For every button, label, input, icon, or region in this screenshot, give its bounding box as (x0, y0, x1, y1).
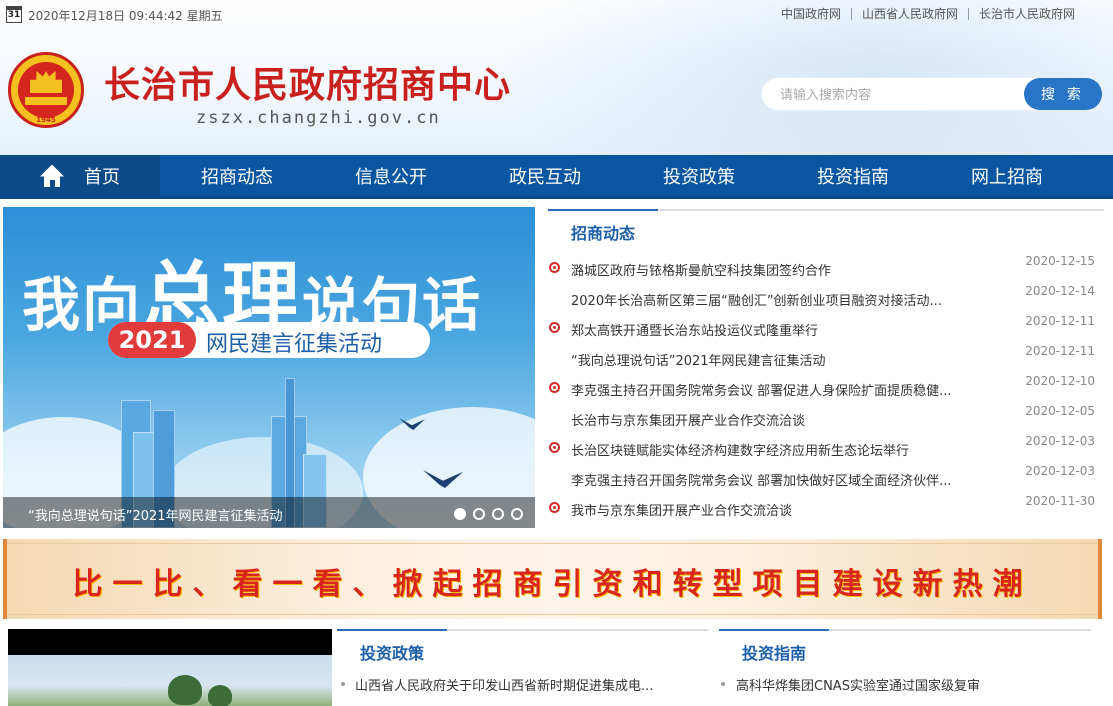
nav-public-interaction[interactable]: 政民互动 (468, 155, 622, 196)
news-item-title[interactable]: 我市与京东集团开展产业合作交流洽谈 (571, 500, 792, 519)
bullet-icon (549, 262, 560, 273)
bullet-icon (721, 682, 725, 686)
policy-panel-title[interactable]: 投资政策 (360, 640, 424, 664)
nav-investment-guide[interactable]: 投资指南 (776, 155, 930, 196)
search-input[interactable] (780, 78, 1020, 110)
main-nav: 首页 招商动态 信息公开 政民互动 投资政策 投资指南 网上招商 (0, 155, 1113, 199)
slider-dot-4[interactable] (511, 508, 523, 520)
news-item[interactable]: 2020年长治高新区第三届“融创汇”创新创业项目融资对接活动... 2020-1… (548, 282, 1104, 312)
news-item-title[interactable]: 长治区块链赋能实体经济构建数字经济应用新生态论坛举行 (571, 440, 909, 459)
news-item[interactable]: 长治市与京东集团开展产业合作交流洽谈 2020-12-05 (548, 402, 1104, 432)
news-item-date: 2020-12-15 (1025, 254, 1095, 268)
nav-home[interactable]: 首页 (0, 155, 160, 196)
slider-dots (454, 508, 523, 520)
calendar-icon: 31 (6, 6, 22, 23)
news-title-accent (548, 209, 658, 211)
news-item-title[interactable]: 郑太高铁开通暨长治东站投运仪式隆重举行 (571, 320, 818, 339)
bullet-icon (549, 442, 560, 453)
slide-caption[interactable]: “我向总理说句话”2021年网民建言征集活动 (28, 505, 283, 524)
search-button[interactable]: 搜 索 (1024, 78, 1102, 110)
news-item[interactable]: 我市与京东集团开展产业合作交流洽谈 2020-11-30 (548, 492, 1104, 522)
guide-title-accent (719, 629, 829, 631)
slider-dot-2[interactable] (473, 508, 485, 520)
nav-label: 首页 (84, 166, 120, 188)
news-item[interactable]: 郑太高铁开通暨长治东站投运仪式隆重举行 2020-12-11 (548, 312, 1104, 342)
swallow-icon (399, 418, 425, 430)
home-icon (40, 164, 64, 187)
news-item-title[interactable]: “我向总理说句话”2021年网民建言征集活动 (571, 350, 826, 369)
swallow-icon (423, 470, 463, 488)
guide-item[interactable]: 高科华烨集团CNAS实验室通过国家级复审 (736, 675, 980, 694)
policy-title-accent (337, 629, 447, 631)
site-title[interactable]: 长治市人民政府招商中心 (104, 56, 511, 108)
bullet-icon (549, 502, 560, 513)
news-item[interactable]: 李克强主持召开国务院常务会议 部署加快做好区域全面经济伙伴... 2020-12… (548, 462, 1104, 492)
slogan-banner[interactable]: 比一比、看一看、掀起招商引资和转型项目建设新热潮 (3, 539, 1102, 619)
news-item-date: 2020-12-05 (1025, 404, 1095, 418)
slogan-text: 比一比、看一看、掀起招商引资和转型项目建设新热潮 (72, 567, 1033, 602)
slide-year-badge: 2021 (108, 322, 196, 358)
search-box: 搜 索 (762, 78, 1102, 110)
nav-investment-policy[interactable]: 投资政策 (622, 155, 776, 196)
news-item-title[interactable]: 长治市与京东集团开展产业合作交流洽谈 (571, 410, 805, 429)
bullet-icon (549, 382, 560, 393)
link-china-gov[interactable]: 中国政府网 (771, 8, 851, 20)
news-item-title[interactable]: 李克强主持召开国务院常务会议 部署加快做好区域全面经济伙伴... (571, 470, 952, 489)
news-item[interactable]: “我向总理说句话”2021年网民建言征集活动 2020-12-11 (548, 342, 1104, 372)
news-item[interactable]: 长治区块链赋能实体经济构建数字经济应用新生态论坛举行 2020-12-03 (548, 432, 1104, 462)
news-item-date: 2020-12-11 (1025, 314, 1095, 328)
guide-panel-title[interactable]: 投资指南 (742, 640, 806, 664)
news-panel-title[interactable]: 招商动态 (571, 220, 635, 244)
news-item-title[interactable]: 潞城区政府与铱格斯曼航空科技集团签约合作 (571, 260, 831, 279)
news-item-title[interactable]: 2020年长治高新区第三届“融创汇”创新创业项目融资对接活动... (571, 290, 942, 309)
news-item-title[interactable]: 李克强主持召开国务院常务会议 部署促进人身保险扩面提质稳健... (571, 380, 952, 399)
news-item-date: 2020-12-10 (1025, 374, 1095, 388)
city-emblem-logo[interactable]: 1945 (8, 52, 84, 128)
slider-dot-3[interactable] (492, 508, 504, 520)
nav-online-investment[interactable]: 网上招商 (930, 155, 1084, 196)
site-header: 31 2020年12月18日 09:44:42 星期五 中国政府网 山西省人民政… (0, 0, 1113, 155)
top-bar: 31 2020年12月18日 09:44:42 星期五 中国政府网 山西省人民政… (0, 0, 1113, 30)
emblem-year: 1945 (36, 116, 56, 124)
nav-investment-news[interactable]: 招商动态 (160, 155, 314, 196)
policy-item[interactable]: 山西省人民政府关于印发山西省新时期促进集成电... (355, 675, 653, 694)
current-datetime: 2020年12月18日 09:44:42 星期五 (28, 9, 223, 23)
slide-subtitle: 网民建言征集活动 (206, 332, 383, 357)
bullet-icon (549, 322, 560, 333)
link-changzhi-gov[interactable]: 长治市人民政府网 (967, 8, 1085, 20)
news-item-date: 2020-12-11 (1025, 344, 1095, 358)
news-item-date: 2020-11-30 (1025, 494, 1095, 508)
news-item-date: 2020-12-14 (1025, 284, 1095, 298)
site-url: zszx.changzhi.gov.cn (196, 108, 441, 128)
slider-dot-1[interactable] (454, 508, 466, 520)
top-links: 中国政府网 山西省人民政府网 长治市人民政府网 (771, 8, 1085, 20)
news-item[interactable]: 李克强主持召开国务院常务会议 部署促进人身保险扩面提质稳健... 2020-12… (548, 372, 1104, 402)
news-item-date: 2020-12-03 (1025, 464, 1095, 478)
photo-feature[interactable] (8, 629, 332, 706)
bullet-icon (341, 682, 345, 686)
news-item-date: 2020-12-03 (1025, 434, 1095, 448)
news-list: 潞城区政府与铱格斯曼航空科技集团签约合作 2020-12-15 2020年长治高… (548, 252, 1104, 522)
nav-info-disclosure[interactable]: 信息公开 (314, 155, 468, 196)
news-item[interactable]: 潞城区政府与铱格斯曼航空科技集团签约合作 2020-12-15 (548, 252, 1104, 282)
link-shanxi-gov[interactable]: 山西省人民政府网 (850, 8, 968, 20)
